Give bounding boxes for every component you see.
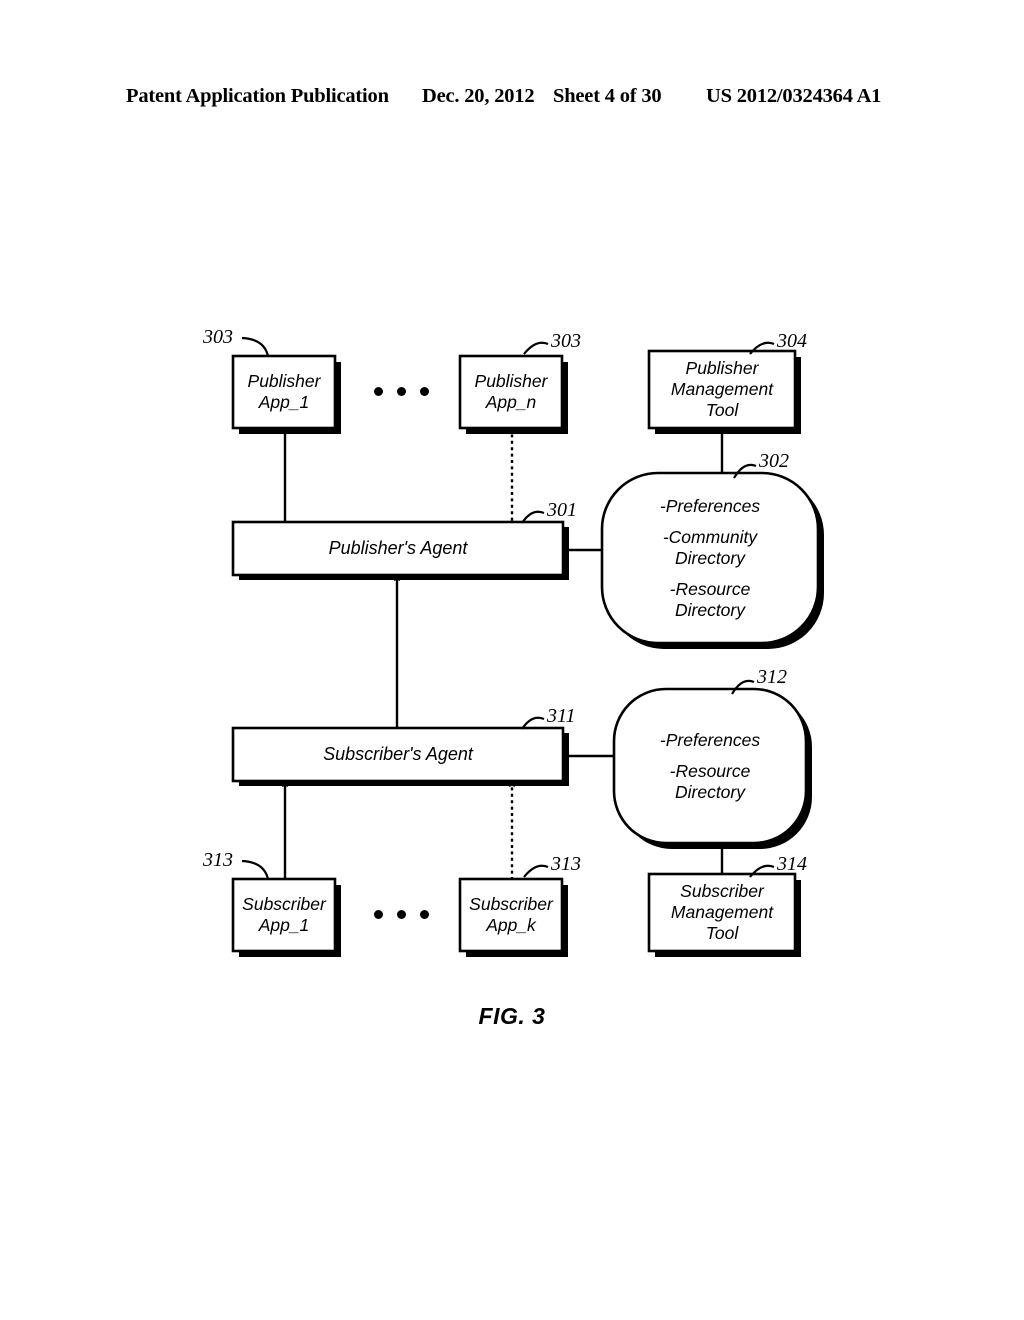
ellipsis-subscriber-apps [374,910,429,919]
ref-numeral-313-left: 313 [203,849,233,871]
subscriber-management-tool-box [647,872,797,953]
figure-caption: FIG. 3 [478,1003,546,1029]
subscriber-app-1-box [231,877,337,953]
ref-numeral-303-right: 303 [551,330,581,352]
ref-numeral-312: 312 [757,666,787,688]
leader-313-left [241,859,270,880]
node-outlines [231,349,820,953]
subscriber-store-shape [612,687,808,845]
ellipsis-dot [397,387,406,396]
ellipsis-publisher-apps [374,387,429,396]
ref-numeral-304: 304 [777,330,807,352]
node-shadows [239,357,824,957]
publisher-store-shape [600,471,820,645]
publisher-app-1-box [231,354,337,430]
ref-numeral-314: 314 [777,853,807,875]
ellipsis-dot [420,387,429,396]
ellipsis-dot [420,910,429,919]
ref-numeral-313-right: 313 [551,853,581,875]
ref-numeral-311: 311 [547,705,576,727]
ellipsis-dot [374,387,383,396]
publisher-management-tool-box [647,349,797,430]
subscriber-app-k-box [458,877,564,953]
ref-numeral-302: 302 [759,450,789,472]
figure-3-diagram: Publisher App_1 Publisher App_n Publishe… [0,0,1024,1320]
publisher-app-n-box [458,354,564,430]
publishers-agent-box [231,520,565,577]
ellipsis-dot [374,910,383,919]
ellipsis-dot [397,910,406,919]
ref-numeral-301: 301 [547,499,577,521]
subscribers-agent-box [231,726,565,783]
leader-313-right [523,864,549,878]
leader-303-right [523,341,549,355]
leader-303-left [241,336,270,357]
ref-numeral-303-left: 303 [203,326,233,348]
diagram-vector-layer [231,336,824,957]
